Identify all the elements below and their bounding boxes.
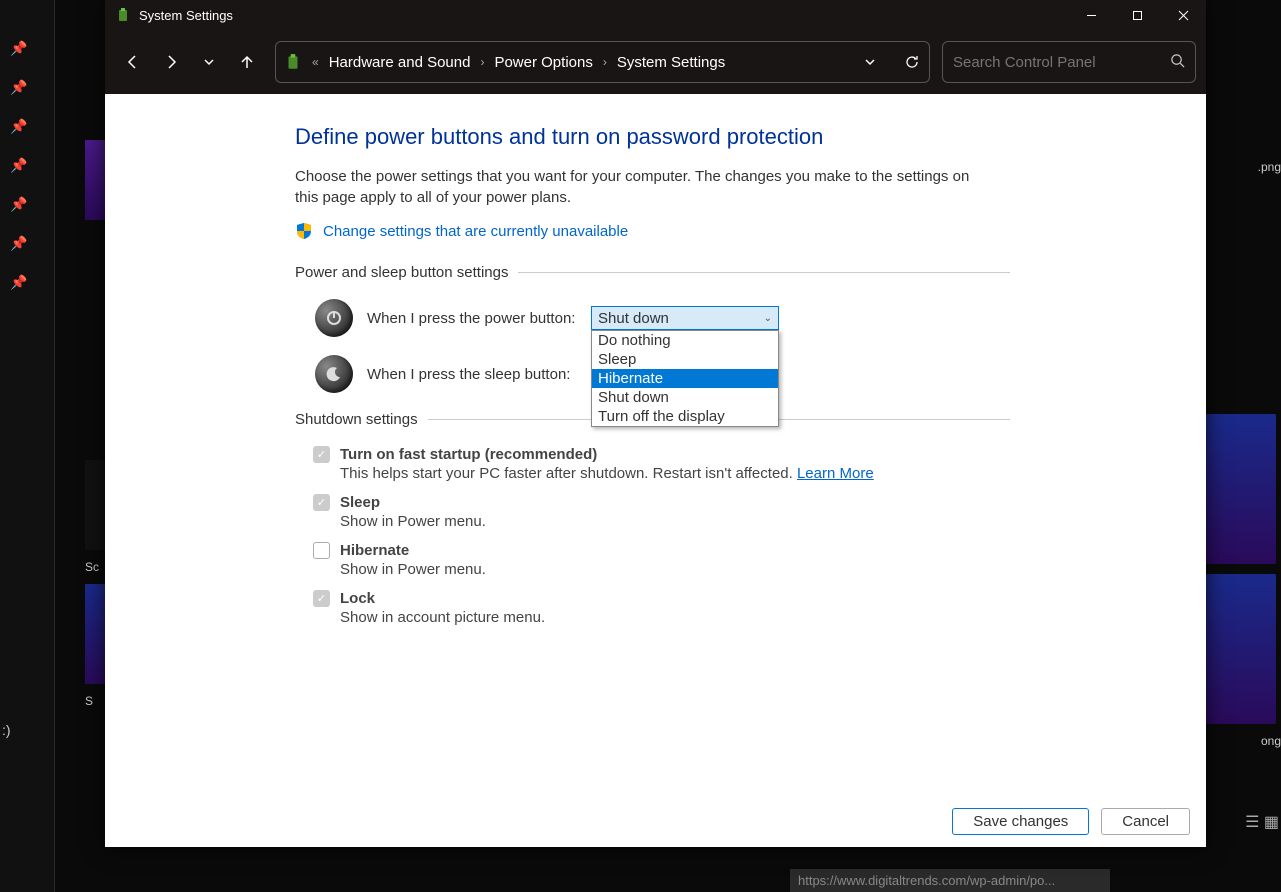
chevron-right-icon[interactable]: ›: [480, 55, 484, 69]
page-description: Choose the power settings that you want …: [295, 166, 995, 208]
toolbar: « Hardware and Sound › Power Options › S…: [105, 30, 1206, 94]
shield-icon: [295, 222, 313, 240]
dropdown-list: Do nothing Sleep Hibernate Shut down Tur…: [591, 330, 779, 427]
breadcrumb-overflow-icon[interactable]: «: [312, 55, 319, 69]
dropdown-option-hibernate[interactable]: Hibernate: [592, 369, 778, 388]
hibernate-checkbox[interactable]: [313, 542, 330, 559]
app-icon: [115, 7, 131, 23]
pinned-column: 📌 📌 📌 📌 📌 📌 📌: [10, 40, 27, 291]
sleep-button-label: When I press the sleep button:: [367, 366, 577, 383]
lock-desc: Show in account picture menu.: [340, 609, 1206, 626]
dropdown-value: Shut down: [598, 310, 669, 327]
chevron-down-icon[interactable]: [861, 53, 879, 71]
maximize-button[interactable]: [1114, 0, 1160, 30]
page-title: Define power buttons and turn on passwor…: [295, 124, 1206, 150]
status-url: https://www.digitaltrends.com/wp-admin/p…: [790, 869, 1110, 892]
lock-label: Lock: [340, 590, 375, 607]
window-title: System Settings: [139, 8, 233, 23]
address-bar[interactable]: « Hardware and Sound › Power Options › S…: [275, 41, 930, 83]
breadcrumb-item[interactable]: System Settings: [617, 54, 725, 71]
pin-icon[interactable]: 📌: [10, 274, 27, 291]
hibernate-label: Hibernate: [340, 542, 409, 559]
desktop-thumbnail[interactable]: [1206, 414, 1276, 564]
sleep-label: Sleep: [340, 494, 380, 511]
smiley-text: :): [2, 722, 11, 738]
dropdown-option-shut-down[interactable]: Shut down: [592, 388, 778, 407]
breadcrumb-item[interactable]: Power Options: [494, 54, 592, 71]
change-settings-link[interactable]: Change settings that are currently unava…: [323, 223, 628, 240]
taskbar-strip: 📌 📌 📌 📌 📌 📌 📌: [0, 0, 55, 892]
lock-checkbox[interactable]: ✓: [313, 590, 330, 607]
power-button-label: When I press the power button:: [367, 310, 577, 327]
control-panel-window: System Settings: [105, 0, 1206, 847]
footer: Save changes Cancel: [105, 796, 1206, 847]
pin-icon[interactable]: 📌: [10, 79, 27, 96]
search-input[interactable]: [953, 54, 1162, 71]
divider: [518, 272, 1010, 273]
forward-button[interactable]: [153, 44, 189, 80]
fast-startup-desc: This helps start your PC faster after sh…: [340, 465, 1206, 482]
group-power-sleep: Power and sleep button settings: [295, 264, 1010, 281]
hibernate-desc: Show in Power menu.: [340, 561, 1206, 578]
chevron-down-icon: ⌄: [764, 313, 772, 324]
search-box[interactable]: [942, 41, 1196, 83]
view-mode-icons[interactable]: ☰ ▦: [1245, 812, 1279, 832]
group-label: Shutdown settings: [295, 411, 418, 428]
pin-icon[interactable]: 📌: [10, 118, 27, 135]
thumbnail-label: .png: [1206, 160, 1281, 174]
learn-more-link[interactable]: Learn More: [797, 465, 874, 482]
dropdown-option-turn-off-display[interactable]: Turn off the display: [592, 407, 778, 426]
back-button[interactable]: [115, 44, 151, 80]
chevron-right-icon[interactable]: ›: [603, 55, 607, 69]
power-button-icon: [315, 299, 353, 337]
refresh-icon[interactable]: [903, 53, 921, 71]
sleep-checkbox[interactable]: ✓: [313, 494, 330, 511]
cancel-button[interactable]: Cancel: [1101, 808, 1190, 835]
up-button[interactable]: [229, 44, 265, 80]
content-area: Define power buttons and turn on passwor…: [105, 94, 1206, 796]
search-icon[interactable]: [1170, 53, 1185, 72]
dropdown-option-do-nothing[interactable]: Do nothing: [592, 331, 778, 350]
desktop-thumbnails-right: .png ong: [1206, 160, 1281, 800]
save-button[interactable]: Save changes: [952, 808, 1089, 835]
dropdown-option-sleep[interactable]: Sleep: [592, 350, 778, 369]
recent-dropdown-button[interactable]: [191, 44, 227, 80]
battery-icon: [284, 53, 302, 71]
group-label: Power and sleep button settings: [295, 264, 508, 281]
desktop-thumbnail[interactable]: [1206, 574, 1276, 724]
power-button-dropdown[interactable]: Shut down ⌄ Do nothing Sleep Hibernate S…: [591, 306, 779, 330]
fast-startup-checkbox[interactable]: ✓: [313, 446, 330, 463]
thumbnail-label: ong: [1206, 734, 1281, 748]
breadcrumb-item[interactable]: Hardware and Sound: [329, 54, 471, 71]
close-button[interactable]: [1160, 0, 1206, 30]
fast-startup-label: Turn on fast startup (recommended): [340, 446, 597, 463]
sleep-button-icon: [315, 355, 353, 393]
minimize-button[interactable]: [1068, 0, 1114, 30]
pin-icon[interactable]: 📌: [10, 157, 27, 174]
pin-icon[interactable]: 📌: [10, 235, 27, 252]
sleep-desc: Show in Power menu.: [340, 513, 1206, 530]
pin-icon[interactable]: 📌: [10, 196, 27, 213]
titlebar[interactable]: System Settings: [105, 0, 1206, 30]
pin-icon[interactable]: 📌: [10, 40, 27, 57]
